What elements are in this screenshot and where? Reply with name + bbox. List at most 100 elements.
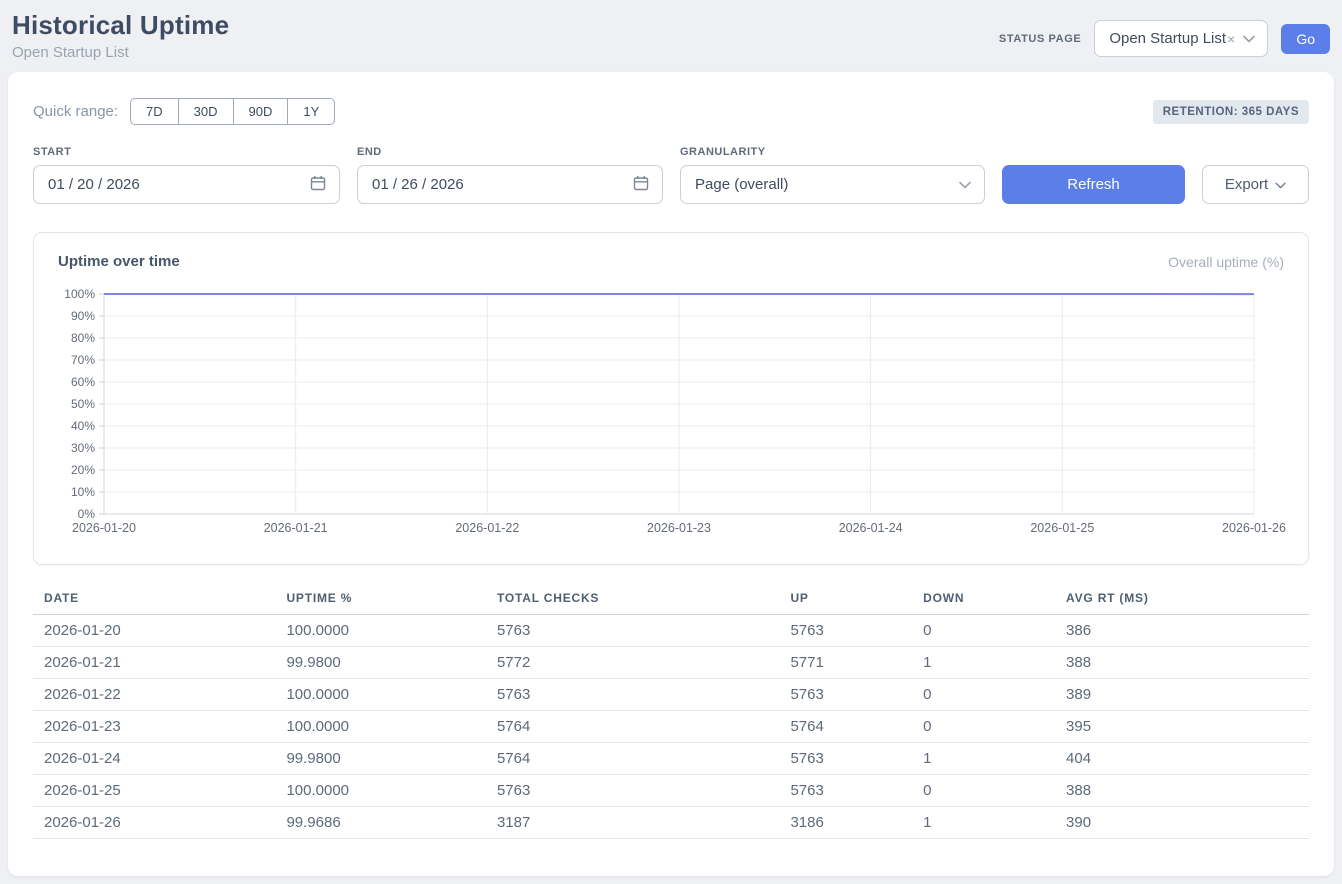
table-row: 2026-01-22100.0000576357630389 xyxy=(33,679,1309,711)
table-row: 2026-01-23100.0000576457640395 xyxy=(33,711,1309,743)
table-cell: 0 xyxy=(912,615,1055,647)
table-cell: 5764 xyxy=(779,711,912,743)
table-cell: 5771 xyxy=(779,647,912,679)
status-page-label: STATUS PAGE xyxy=(999,33,1081,45)
header-controls: STATUS PAGE Open Startup List × Go xyxy=(999,20,1330,57)
table-cell: 3186 xyxy=(779,807,912,839)
svg-text:10%: 10% xyxy=(71,485,95,499)
granularity-value: Page (overall) xyxy=(695,176,788,193)
table-row: 2026-01-2699.9686318731861390 xyxy=(33,807,1309,839)
chevron-down-icon xyxy=(1275,176,1286,193)
svg-text:40%: 40% xyxy=(71,419,95,433)
quick-range-1y[interactable]: 1Y xyxy=(287,98,335,125)
table-cell: 5763 xyxy=(779,679,912,711)
svg-text:2026-01-20: 2026-01-20 xyxy=(72,521,136,535)
table-cell: 3187 xyxy=(486,807,779,839)
table-cell: 0 xyxy=(912,679,1055,711)
svg-text:2026-01-22: 2026-01-22 xyxy=(455,521,519,535)
table-cell: 5763 xyxy=(486,615,779,647)
chart-legend: Overall uptime (%) xyxy=(1168,254,1284,270)
table-cell: 5763 xyxy=(779,743,912,775)
go-button[interactable]: Go xyxy=(1281,24,1330,54)
quick-range-label: Quick range: xyxy=(33,103,118,120)
table-cell: 1 xyxy=(912,647,1055,679)
column-header: AVG RT (MS) xyxy=(1055,589,1309,615)
table-cell: 2026-01-20 xyxy=(33,615,275,647)
quick-range-group: 7D30D90D1Y xyxy=(130,98,335,125)
svg-text:2026-01-24: 2026-01-24 xyxy=(839,521,903,535)
svg-text:2026-01-26: 2026-01-26 xyxy=(1222,521,1286,535)
table-cell: 100.0000 xyxy=(275,775,486,807)
granularity-select[interactable]: Page (overall) xyxy=(680,165,985,204)
column-header: UP xyxy=(779,589,912,615)
table-cell: 2026-01-23 xyxy=(33,711,275,743)
column-header: DOWN xyxy=(912,589,1055,615)
uptime-table: DATEUPTIME %TOTAL CHECKSUPDOWNAVG RT (MS… xyxy=(33,589,1309,839)
table-cell: 395 xyxy=(1055,711,1309,743)
end-label: END xyxy=(357,146,663,158)
retention-badge: RETENTION: 365 DAYS xyxy=(1153,100,1309,124)
calendar-icon[interactable] xyxy=(310,175,326,195)
svg-text:2026-01-25: 2026-01-25 xyxy=(1030,521,1094,535)
quick-range-90d[interactable]: 90D xyxy=(233,98,289,125)
table-cell: 5763 xyxy=(779,775,912,807)
table-cell: 0 xyxy=(912,711,1055,743)
page-title: Historical Uptime xyxy=(12,10,229,41)
filters-row: START 01 / 20 / 2026 END 01 / 26 / 2026 … xyxy=(33,146,1309,204)
svg-text:2026-01-21: 2026-01-21 xyxy=(264,521,328,535)
table-cell: 99.9686 xyxy=(275,807,486,839)
chart-title: Uptime over time xyxy=(58,253,180,270)
table-cell: 1 xyxy=(912,743,1055,775)
end-date-input[interactable]: 01 / 26 / 2026 xyxy=(357,165,663,204)
table-cell: 388 xyxy=(1055,647,1309,679)
start-label: START xyxy=(33,146,340,158)
start-date-input[interactable]: 01 / 20 / 2026 xyxy=(33,165,340,204)
table-cell: 2026-01-22 xyxy=(33,679,275,711)
calendar-icon[interactable] xyxy=(633,175,649,195)
svg-text:70%: 70% xyxy=(71,353,95,367)
table-cell: 388 xyxy=(1055,775,1309,807)
table-cell: 5772 xyxy=(486,647,779,679)
export-button[interactable]: Export xyxy=(1202,165,1309,204)
quick-range-30d[interactable]: 30D xyxy=(178,98,234,125)
table-body: 2026-01-20100.00005763576303862026-01-21… xyxy=(33,615,1309,839)
table-cell: 0 xyxy=(912,775,1055,807)
table-cell: 389 xyxy=(1055,679,1309,711)
table-cell: 1 xyxy=(912,807,1055,839)
svg-text:80%: 80% xyxy=(71,331,95,345)
status-page-select[interactable]: Open Startup List × xyxy=(1094,20,1268,57)
quick-range-7d[interactable]: 7D xyxy=(130,98,179,125)
granularity-label: GRANULARITY xyxy=(680,146,985,158)
svg-text:50%: 50% xyxy=(71,397,95,411)
end-date-value: 01 / 26 / 2026 xyxy=(372,176,464,193)
quick-range-row: Quick range: 7D30D90D1Y RETENTION: 365 D… xyxy=(33,98,1309,125)
svg-text:0%: 0% xyxy=(78,507,96,521)
table-cell: 100.0000 xyxy=(275,679,486,711)
svg-text:100%: 100% xyxy=(64,287,95,301)
table-cell: 5763 xyxy=(486,775,779,807)
export-label: Export xyxy=(1225,176,1268,193)
uptime-chart: 0%10%20%30%40%50%60%70%80%90%100%2026-01… xyxy=(58,286,1284,538)
header-titles: Historical Uptime Open Startup List xyxy=(12,10,229,61)
svg-text:2026-01-23: 2026-01-23 xyxy=(647,521,711,535)
table-cell: 386 xyxy=(1055,615,1309,647)
table-cell: 2026-01-25 xyxy=(33,775,275,807)
svg-text:60%: 60% xyxy=(71,375,95,389)
uptime-chart-card: Uptime over time Overall uptime (%) 0% 10… xyxy=(33,232,1309,565)
table-cell: 5763 xyxy=(486,679,779,711)
status-page-value: Open Startup List xyxy=(1109,30,1226,47)
page-subtitle: Open Startup List xyxy=(12,44,229,61)
chevron-down-icon xyxy=(1243,35,1255,43)
column-header: TOTAL CHECKS xyxy=(486,589,779,615)
svg-text:90%: 90% xyxy=(71,309,95,323)
main-panel: Quick range: 7D30D90D1Y RETENTION: 365 D… xyxy=(8,72,1334,876)
table-cell: 404 xyxy=(1055,743,1309,775)
table-cell: 99.9800 xyxy=(275,743,486,775)
refresh-button[interactable]: Refresh xyxy=(1002,165,1185,204)
table-cell: 5764 xyxy=(486,743,779,775)
start-date-value: 01 / 20 / 2026 xyxy=(48,176,140,193)
svg-text:20%: 20% xyxy=(71,463,95,477)
page-header: Historical Uptime Open Startup List STAT… xyxy=(0,0,1342,72)
clear-icon[interactable]: × xyxy=(1227,31,1235,47)
table-row: 2026-01-2199.9800577257711388 xyxy=(33,647,1309,679)
